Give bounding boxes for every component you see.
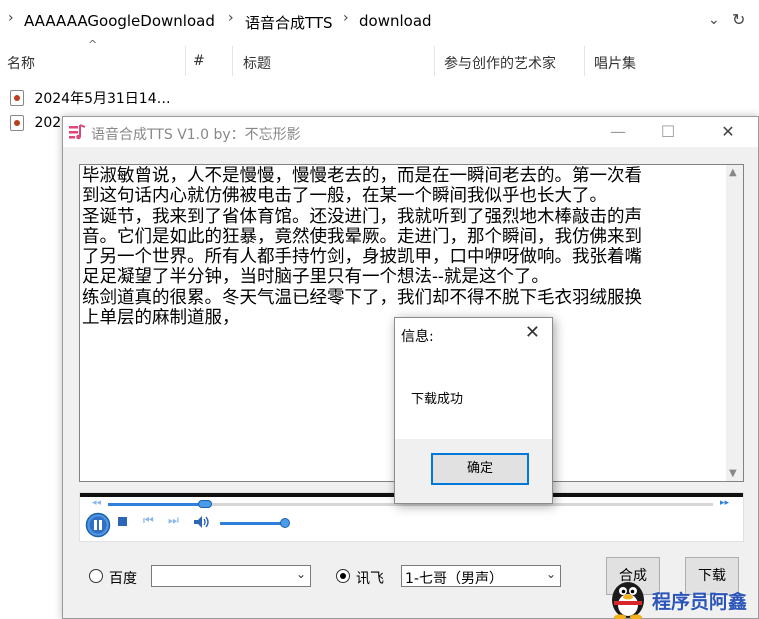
text-line: 毕淑敏曾说，人不是慢慢，慢慢老去的，而是在一瞬间老去的。第一次看 [82,166,642,186]
pause-button[interactable] [85,512,111,538]
vertical-scrollbar[interactable]: ▲ ▼ [726,165,743,481]
column-divider[interactable] [185,46,186,76]
column-artist[interactable]: 参与创作的艺术家 [444,53,556,73]
volume-handle[interactable] [279,518,290,528]
breadcrumb-item[interactable]: download [359,12,432,30]
baidu-label: 百度 [109,571,137,587]
text-line: 音。它们是如此的狂暴，竟然使我晕厥。走进门，那个瞬间，我仿佛来到 [82,226,642,247]
scroll-down-icon[interactable]: ▼ [729,468,737,479]
column-title[interactable]: 标题 [243,53,271,73]
baidu-radio[interactable] [89,569,103,583]
column-divider[interactable] [232,46,233,76]
refresh-icon[interactable]: ↻ [732,10,745,29]
audio-file-icon [10,115,24,131]
text-line: 到这句话内心就仿佛被电击了一般，在某一个瞬间我似乎也长大了。 [82,186,607,207]
dialog-message: 下载成功 [411,392,464,407]
text-line: 了另一个世界。所有人都手持竹剑，身披凯甲，口中咿呀做响。我张着嘴 [82,247,642,268]
dialog-footer: 确定 [395,439,552,503]
chevron-down-icon: ⌄ [295,567,306,581]
chevron-down-icon: ⌄ [545,567,556,581]
minimize-button[interactable]: — [598,119,638,145]
chevron-down-icon[interactable]: ⌄ [708,12,720,28]
next-icon[interactable]: ⏭ [168,513,179,528]
column-header-bar: ^ 名称 # 标题 参与创作的艺术家 唱片集 [0,38,759,78]
text-line: 足足凝望了半分钟，当时脑子里只有一个想法--就是这个了。 [82,267,549,288]
column-divider[interactable] [434,46,435,76]
text-line: 圣诞节，我来到了省体育馆。还没进门，我就听到了强烈地木棒敲击的声 [82,206,642,227]
column-divider[interactable] [584,46,585,76]
title-bar[interactable]: 语音合成TTS V1.0 by：不忘形影 — ☐ ✕ [63,117,758,147]
column-name[interactable]: 名称 [7,53,35,73]
volume-slider[interactable] [220,518,290,528]
chevron-right-icon: › [8,10,14,26]
maximize-button[interactable]: ☐ [648,119,688,145]
address-bar[interactable]: › AAAAAAGoogleDownload › 语音合成TTS › downl… [0,6,759,36]
window-title: 语音合成TTS V1.0 by：不忘形影 [91,127,301,143]
app-icon [69,124,86,140]
message-dialog: 信息: ✕ 下载成功 确定 [394,317,553,504]
scroll-up-icon[interactable]: ▲ [729,167,737,178]
ok-button[interactable]: 确定 [431,453,529,485]
watermark-text: 程序员阿鑫 [652,591,748,613]
xunfei-radio[interactable] [336,569,350,583]
seek-handle[interactable] [197,500,212,508]
close-icon[interactable]: ✕ [525,322,540,343]
previous-icon[interactable]: ⏮ [143,513,154,528]
xunfei-voice-select[interactable]: 1-七哥（男声） ⌄ [401,565,561,587]
text-content: 毕淑敏曾说，人不是慢慢，慢慢老去的，而是在一瞬间老去的。第一次看 到这句话内心就仿… [82,166,722,328]
close-button[interactable]: ✕ [708,119,748,145]
column-album[interactable]: 唱片集 [594,53,636,73]
fast-forward-icon[interactable]: ▸▸ [720,498,729,508]
column-number[interactable]: # [193,53,205,69]
rewind-icon[interactable]: ◂◂ [92,498,101,508]
file-row[interactable]: 2024年5月31日14… [10,88,171,112]
seek-progress [108,503,205,506]
dialog-title: 信息: [401,329,434,345]
breadcrumb-item[interactable]: AAAAAAGoogleDownload [24,12,215,30]
file-name: 2024年5月31日14… [34,91,171,107]
audio-file-icon [10,90,24,106]
watermark: 程序员阿鑫 [606,576,759,619]
file-name: 202 [34,115,62,131]
volume-level [220,522,285,525]
xunfei-voice-value: 1-七哥（男声） [405,571,503,587]
baidu-voice-select[interactable]: ⌄ [151,565,311,587]
penguin-logo-icon [612,582,644,619]
breadcrumb-item[interactable]: 语音合成TTS [245,12,333,33]
text-line: 练剑道真的很累。冬天气温已经零下了，我们却不得不脱下毛衣羽绒服换 [82,287,642,308]
xunfei-label: 讯飞 [356,571,384,587]
volume-icon[interactable] [193,515,211,529]
sort-up-icon: ^ [88,38,98,51]
file-row[interactable]: 202 [10,115,61,139]
chevron-right-icon: › [228,10,234,26]
stop-button[interactable] [118,517,127,526]
chevron-right-icon: › [343,10,349,26]
